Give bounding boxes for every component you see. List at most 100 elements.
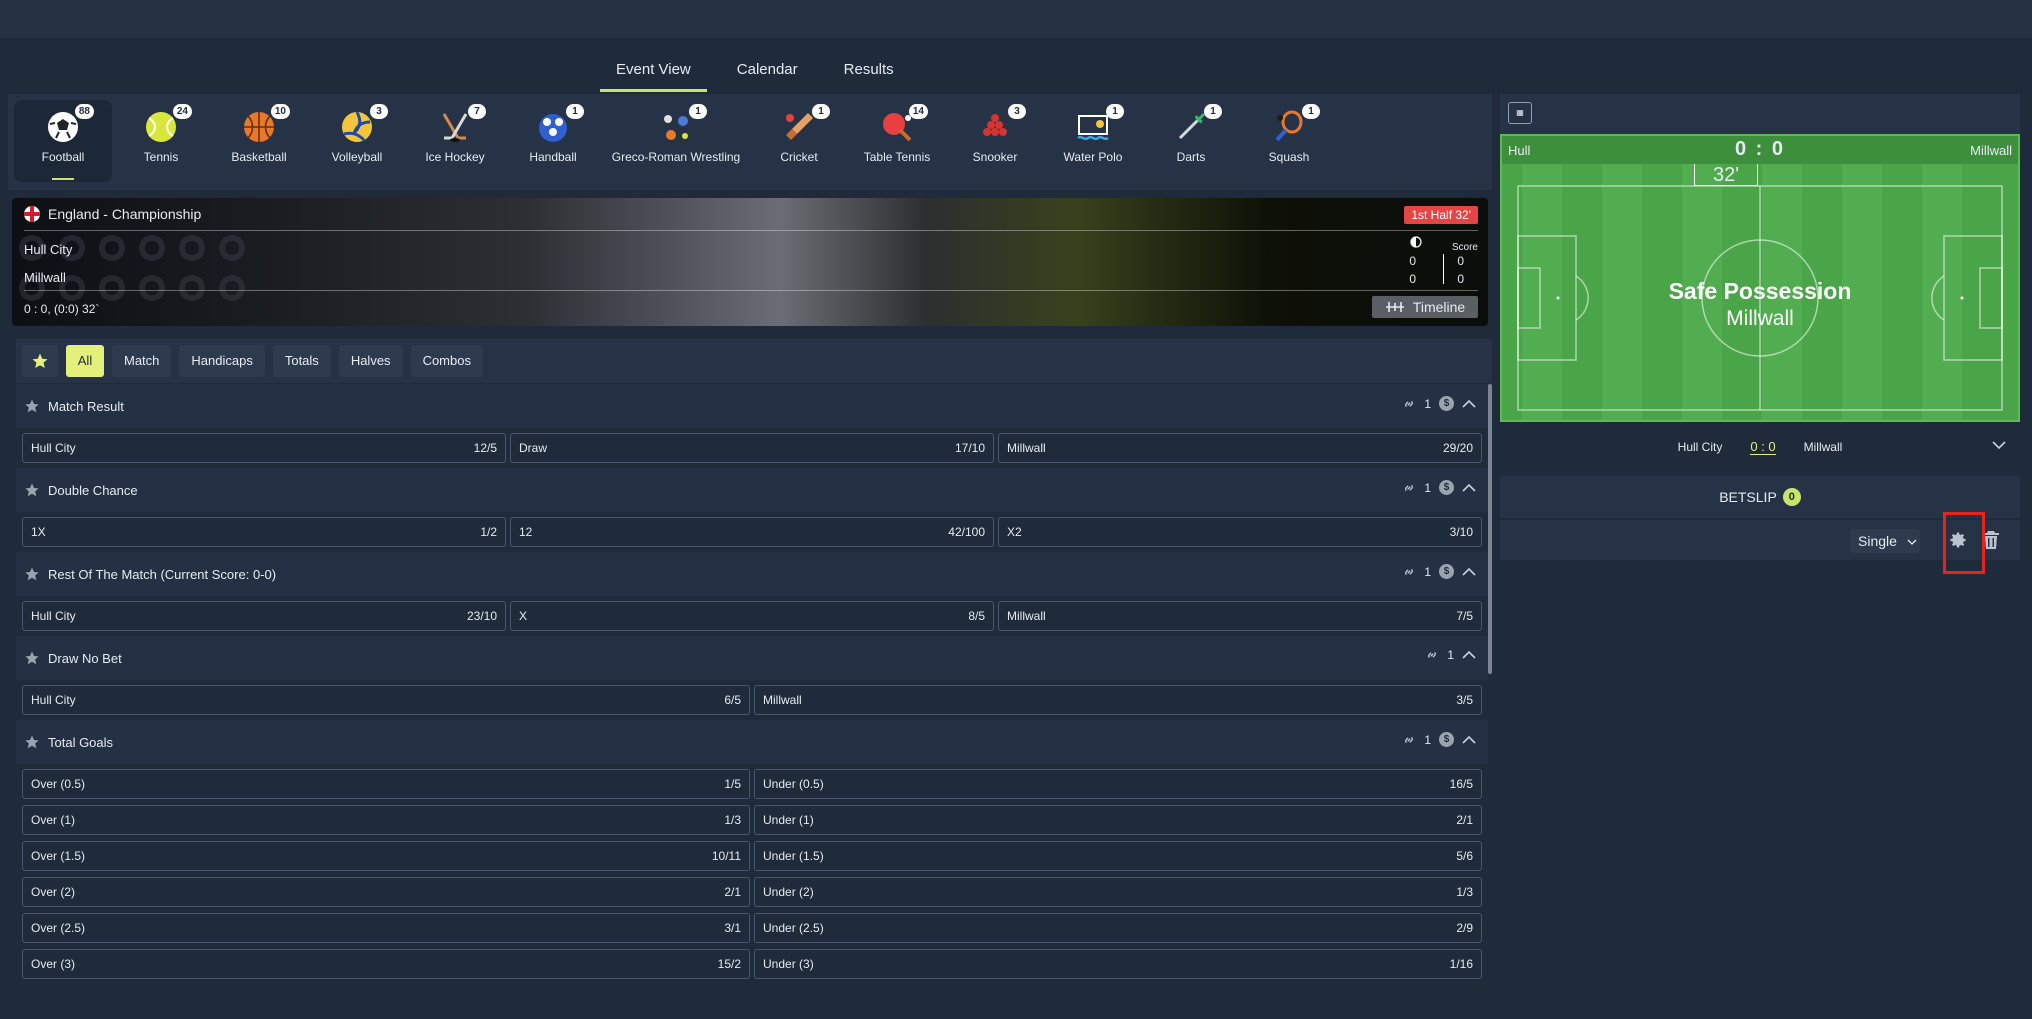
star-icon[interactable] (24, 734, 40, 750)
odds-button[interactable]: Over (2.5) 3/1 (22, 913, 750, 943)
odds-button[interactable]: 1X 1/2 (22, 517, 506, 547)
odds-button[interactable]: Under (1) 2/1 (754, 805, 1482, 835)
market-header[interactable]: Total Goals 1 $ (16, 720, 1488, 764)
favourites-filter[interactable] (22, 345, 58, 377)
odds-button[interactable]: Under (2) 1/3 (754, 877, 1482, 907)
filter-halves[interactable]: Halves (338, 345, 403, 377)
star-icon[interactable] (24, 566, 40, 582)
sport-cricket[interactable]: 1 Cricket (750, 94, 848, 190)
sport-greco-roman-wrestling[interactable]: 1 Greco-Roman Wrestling (602, 94, 750, 190)
sport-football[interactable]: 88 Football (14, 100, 112, 182)
link-icon[interactable] (1402, 565, 1416, 579)
odds-button[interactable]: Over (0.5) 1/5 (22, 769, 750, 799)
market-header[interactable]: Double Chance 1 $ (16, 468, 1488, 512)
odds-button[interactable]: Under (1.5) 5/6 (754, 841, 1482, 871)
tab-results[interactable]: Results (828, 50, 910, 92)
odds-button[interactable]: Under (3) 1/16 (754, 949, 1482, 979)
market-header[interactable]: Rest Of The Match (Current Score: 0-0) 1… (16, 552, 1488, 596)
chevron-down-icon[interactable] (1992, 440, 2006, 450)
sport-snooker[interactable]: 3 Snooker (946, 94, 1044, 190)
sport-squash[interactable]: 1 Squash (1240, 94, 1338, 190)
sport-volleyball[interactable]: 3 Volleyball (308, 94, 406, 190)
chevron-up-icon[interactable] (1462, 567, 1476, 577)
filter-match[interactable]: Match (112, 345, 172, 377)
odds-button[interactable]: Draw 17/10 (510, 433, 994, 463)
chevron-up-icon[interactable] (1462, 650, 1476, 660)
odds-button[interactable]: Millwall 29/20 (998, 433, 1482, 463)
tab-event-view[interactable]: Event View (600, 50, 707, 92)
sport-water-polo[interactable]: 1 Water Polo (1044, 94, 1142, 190)
sport-label: Water Polo (1063, 150, 1123, 164)
odds-button[interactable]: Millwall 3/5 (754, 685, 1482, 715)
odds-button[interactable]: Under (2.5) 2/9 (754, 913, 1482, 943)
odds-button[interactable]: Hull City 6/5 (22, 685, 750, 715)
sport-count-badge: 14 (908, 104, 928, 119)
markets-scrollbar[interactable] (1488, 384, 1492, 674)
home-team: Hull City (24, 242, 73, 257)
odds-button[interactable]: Over (1) 1/3 (22, 805, 750, 835)
tracker-header: Hull 0 : 0 Millwall (1502, 136, 2018, 164)
star-icon[interactable] (24, 398, 40, 414)
sport-table-tennis[interactable]: 14 Table Tennis (848, 94, 946, 190)
odds-button[interactable]: X2 3/10 (998, 517, 1482, 547)
sport-count-badge: 1 (566, 104, 584, 119)
star-icon[interactable] (24, 650, 40, 666)
odds-button[interactable]: Under (0.5) 16/5 (754, 769, 1482, 799)
sport-label: Tennis (143, 150, 179, 164)
filter-combos[interactable]: Combos (410, 345, 483, 377)
odds-button[interactable]: Millwall 7/5 (998, 601, 1482, 631)
market-link-count: 1 (1447, 648, 1454, 662)
odds-button[interactable]: Hull City 12/5 (22, 433, 506, 463)
odds-button[interactable]: Over (1.5) 10/11 (22, 841, 750, 871)
chevron-up-icon[interactable] (1462, 735, 1476, 745)
tracker-toolbar: ▦ (1500, 94, 2020, 134)
market-header[interactable]: Draw No Bet 1 (16, 636, 1488, 680)
sport-darts[interactable]: 1 Darts (1142, 94, 1240, 190)
selection-odds: 2/9 (1456, 921, 1473, 935)
odds-button[interactable]: Over (2) 2/1 (22, 877, 750, 907)
match-summary[interactable]: Hull City 0 : 0 Millwall (1500, 426, 2020, 468)
odds-button[interactable]: 12 42/100 (510, 517, 994, 547)
odds-button[interactable]: Hull City 23/10 (22, 601, 506, 631)
market-header[interactable]: Match Result 1 $ (16, 384, 1488, 428)
england-flag-icon (24, 206, 40, 222)
filter-handicaps[interactable]: Handicaps (179, 345, 265, 377)
tracker-away: Millwall (1970, 143, 2012, 158)
link-icon[interactable] (1425, 648, 1439, 662)
sport-count-badge: 88 (74, 104, 94, 119)
sport-handball[interactable]: 1 Handball (504, 94, 602, 190)
timeline-button[interactable]: Timeline (1372, 296, 1478, 318)
link-icon[interactable] (1402, 481, 1416, 495)
chevron-up-icon[interactable] (1462, 483, 1476, 493)
sport-ice-hockey[interactable]: 7 Ice Hockey (406, 94, 504, 190)
sport-basketball[interactable]: 10 Basketball (210, 94, 308, 190)
sport-label: Football (41, 150, 85, 164)
filter-totals[interactable]: Totals (272, 345, 331, 377)
selection-odds: 23/10 (466, 609, 497, 623)
link-icon[interactable] (1402, 733, 1416, 747)
odds-button[interactable]: X 8/5 (510, 601, 994, 631)
chevron-up-icon[interactable] (1462, 399, 1476, 409)
market-title: Match Result (48, 398, 124, 414)
selection-row: 1X 1/2 12 42/100 X2 3/10 (16, 514, 1488, 550)
tab-calendar[interactable]: Calendar (721, 50, 814, 92)
link-icon[interactable] (1402, 397, 1416, 411)
possession-title: Safe Possession (1668, 278, 1852, 304)
bet-type-select[interactable]: Single (1850, 529, 1920, 553)
sport-tennis[interactable]: 24 Tennis (112, 94, 210, 190)
selection-name: X2 (1007, 525, 1022, 539)
filter-all[interactable]: All (66, 345, 104, 377)
odds-button[interactable]: Over (3) 15/2 (22, 949, 750, 979)
possession-team: Millwall (1726, 307, 1794, 330)
selection-odds: 10/11 (711, 849, 741, 863)
sport-count-badge: 3 (370, 104, 388, 119)
match-clock: 32' (1694, 164, 1758, 186)
selection-odds: 2/1 (1456, 813, 1473, 827)
selection-odds: 16/5 (1449, 777, 1473, 791)
star-icon[interactable] (24, 482, 40, 498)
cashout-coin-icon: $ (1439, 396, 1454, 411)
scoreboard-toggle-icon[interactable]: ▦ (1508, 102, 1532, 124)
betslip-header: BETSLIP 0 (1500, 476, 2020, 518)
market-tools: 1 $ (1402, 564, 1476, 579)
squash-icon: 1 (1272, 104, 1320, 144)
